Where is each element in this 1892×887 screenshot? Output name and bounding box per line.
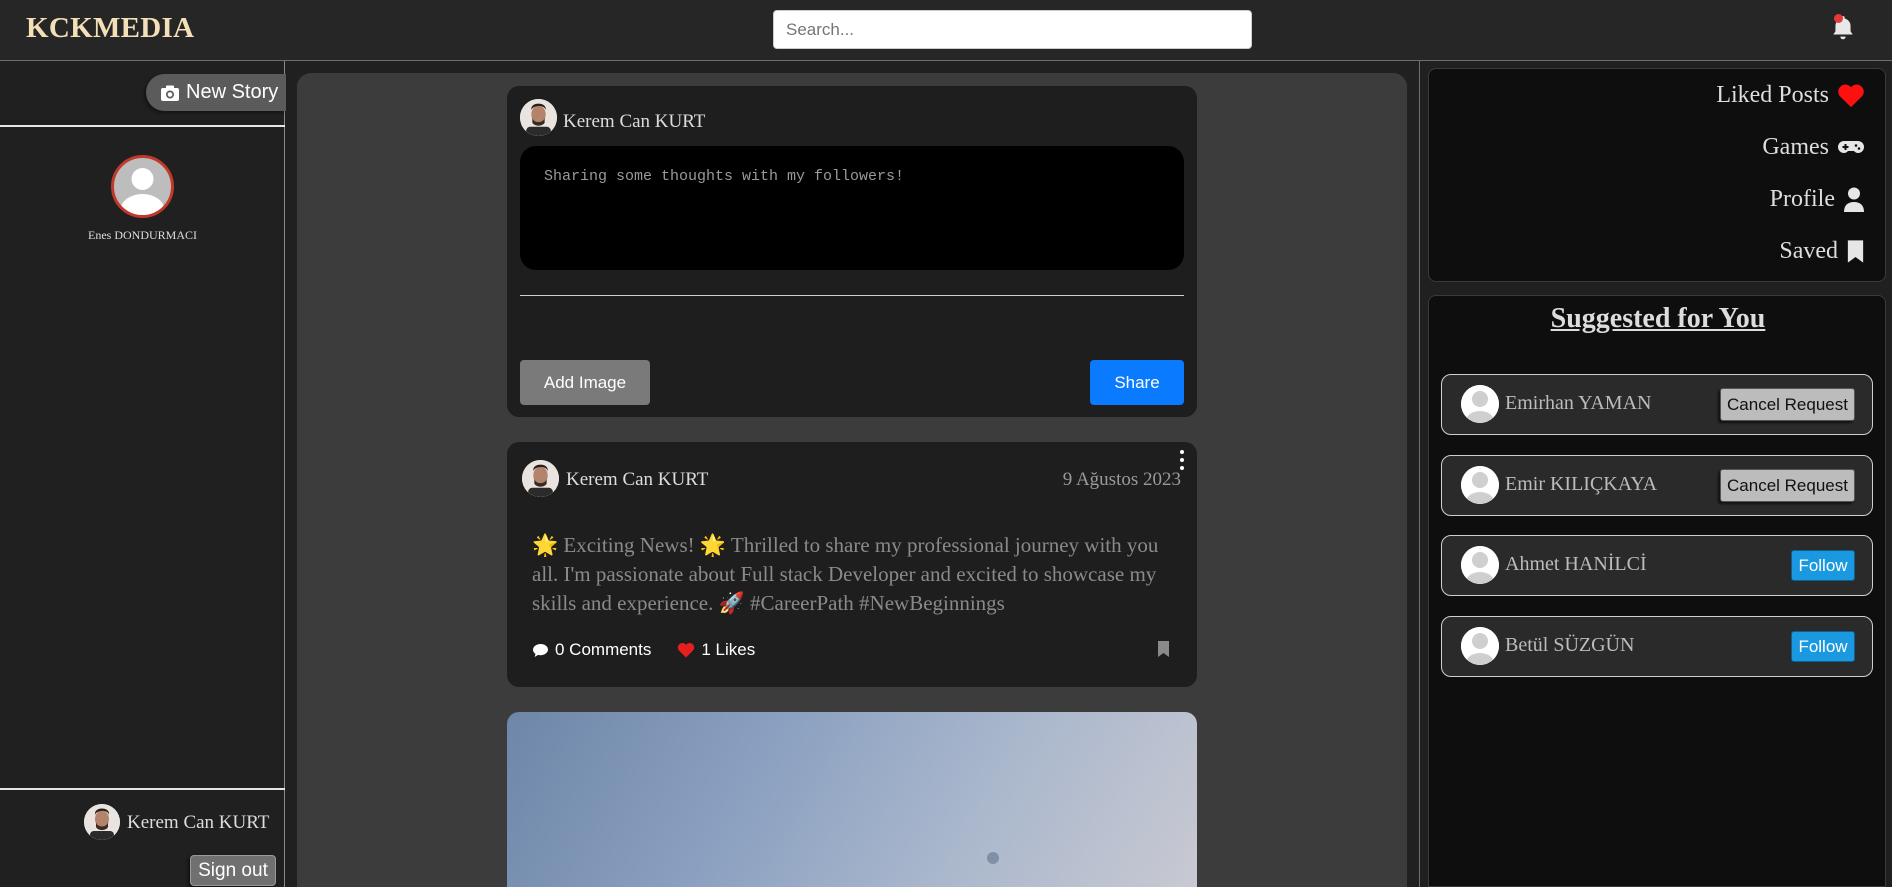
divider (520, 295, 1184, 296)
add-image-button[interactable]: Add Image (520, 360, 650, 405)
post-textarea[interactable]: Sharing some thoughts with my followers! (520, 146, 1184, 270)
suggestions-title: Suggested for You (1550, 303, 1766, 334)
comment-icon (533, 643, 548, 657)
menu-label: Liked Posts (1716, 82, 1829, 108)
comments-button[interactable]: 0 Comments (532, 640, 651, 660)
menu-saved[interactable]: Saved (1779, 238, 1865, 265)
image-detail (987, 852, 999, 864)
divider (0, 788, 285, 790)
post-author-avatar[interactable] (522, 460, 559, 497)
bookmark-icon[interactable] (1157, 640, 1170, 658)
post-card: Kerem Can KURT 9 Ağustos 2023 🌟 Exciting… (507, 442, 1197, 687)
like-button[interactable]: 1 Likes (677, 640, 755, 660)
current-user-name[interactable]: Kerem Can KURT (127, 812, 269, 834)
sign-out-button[interactable]: Sign out (190, 855, 276, 886)
image-post[interactable] (507, 712, 1197, 887)
more-options-icon[interactable] (1178, 450, 1186, 470)
bookmark-icon (1847, 240, 1864, 263)
left-sidebar: New Story Enes DONDURMACI Kerem Can KURT… (0, 61, 286, 887)
suggestion-name[interactable]: Betül SÜZGÜN (1505, 634, 1634, 657)
follow-button[interactable]: Follow (1791, 550, 1855, 581)
cancel-request-button[interactable]: Cancel Request (1720, 469, 1855, 502)
post-composer: Kerem Can KURT Sharing some thoughts wit… (507, 86, 1197, 417)
likes-count: 1 Likes (701, 640, 756, 659)
share-button[interactable]: Share (1090, 360, 1184, 405)
quick-menu: Liked Posts Games Profile Saved (1428, 68, 1886, 282)
suggestion-name[interactable]: Ahmet HANİLCİ (1505, 553, 1647, 576)
new-story-label: New Story (186, 81, 279, 103)
suggestion-item: Betül SÜZGÜN Follow (1441, 616, 1873, 677)
heart-icon (678, 642, 695, 658)
menu-label: Profile (1769, 186, 1835, 212)
notification-dot (1834, 14, 1843, 23)
gamepad-icon (1838, 140, 1864, 153)
menu-games[interactable]: Games (1762, 134, 1865, 161)
post-meta: 0 Comments 1 Likes (532, 640, 755, 660)
search-input[interactable] (773, 10, 1252, 49)
avatar[interactable] (1461, 466, 1499, 504)
heart-icon (1838, 84, 1864, 108)
user-icon (1844, 187, 1864, 212)
divider (0, 125, 285, 127)
suggestion-item: Emirhan YAMAN Cancel Request (1441, 374, 1873, 435)
story-username: Enes DONDURMACI (88, 228, 197, 242)
suggestion-name[interactable]: Emir KILIÇKAYA (1505, 473, 1657, 496)
post-text: 🌟 Exciting News! 🌟 Thrilled to share my … (532, 533, 1159, 615)
post-date: 9 Ağustos 2023 (1062, 469, 1181, 490)
composer-avatar (520, 99, 557, 136)
menu-label: Saved (1779, 238, 1838, 264)
current-user-avatar[interactable] (84, 804, 120, 840)
menu-liked-posts[interactable]: Liked Posts (1716, 82, 1865, 109)
avatar[interactable] (1461, 385, 1499, 423)
follow-button[interactable]: Follow (1791, 631, 1855, 662)
suggestion-item: Emir KILIÇKAYA Cancel Request (1441, 455, 1873, 516)
menu-label: Games (1762, 134, 1829, 160)
top-navbar: KCKMEDIA (0, 0, 1892, 61)
camera-icon (161, 85, 179, 101)
new-story-button[interactable]: New Story (146, 74, 286, 111)
suggestion-name[interactable]: Emirhan YAMAN (1505, 392, 1651, 415)
post-author-name[interactable]: Kerem Can KURT (566, 469, 708, 491)
avatar[interactable] (1461, 627, 1499, 665)
app-logo[interactable]: KCKMEDIA (26, 12, 194, 45)
avatar[interactable] (1461, 546, 1499, 584)
suggestion-item: Ahmet HANİLCİ Follow (1441, 535, 1873, 596)
comments-count: 0 Comments (555, 640, 652, 659)
composer-author: Kerem Can KURT (563, 111, 706, 132)
cancel-request-button[interactable]: Cancel Request (1720, 388, 1855, 421)
menu-profile[interactable]: Profile (1770, 186, 1865, 213)
suggestions-panel: Suggested for You Emirhan YAMAN Cancel R… (1428, 295, 1886, 887)
story-avatar[interactable] (111, 155, 174, 218)
